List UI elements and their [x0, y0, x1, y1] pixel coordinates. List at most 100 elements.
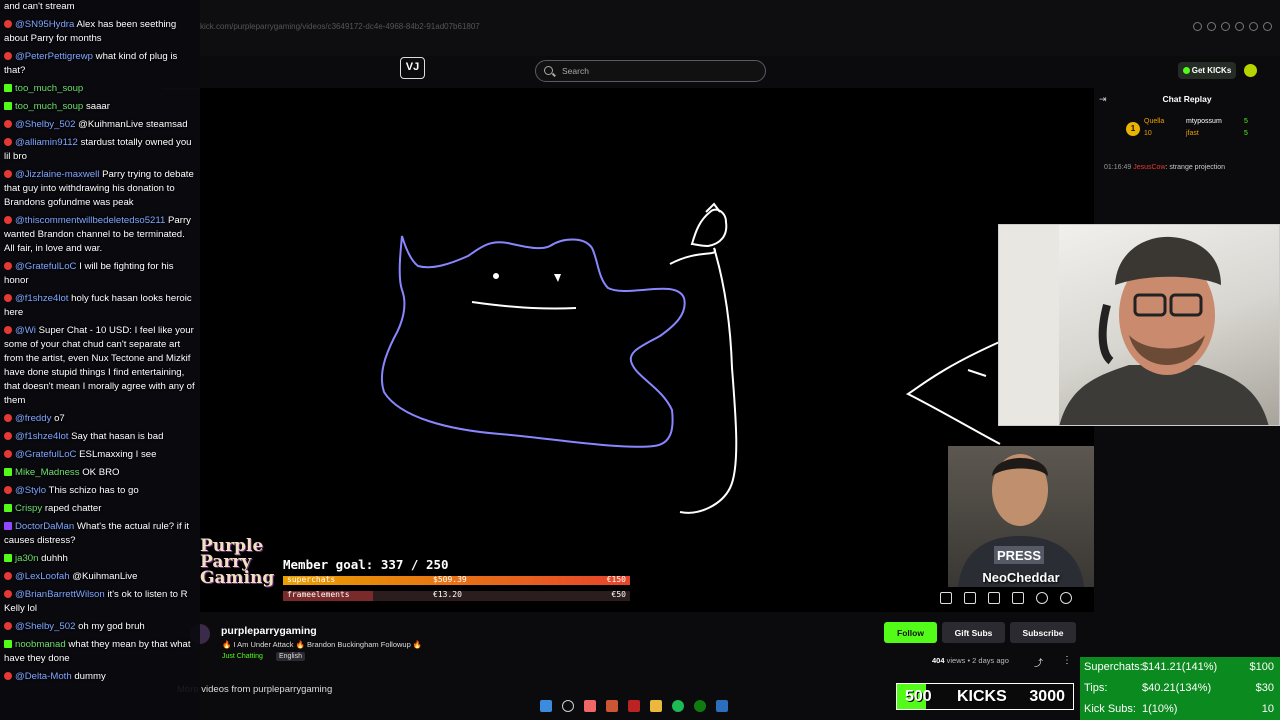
- chat-username[interactable]: @Jizzlaine-maxwell: [15, 169, 99, 180]
- zoom-icon[interactable]: [1193, 22, 1202, 31]
- chat-username[interactable]: @Stylo: [15, 485, 46, 496]
- browser-icon[interactable]: [584, 700, 596, 712]
- youtube-icon: [4, 120, 12, 128]
- chat-message: @Delta-Moth dummy: [4, 670, 196, 684]
- chat-message: ja30n duhhh: [4, 552, 196, 566]
- message-username[interactable]: JesusCow: [1133, 164, 1165, 171]
- extension-icon[interactable]: [1249, 22, 1258, 31]
- chat-message: Crispy raped chatter: [4, 502, 196, 516]
- search-input[interactable]: Search: [535, 60, 766, 82]
- search-icon: [544, 66, 553, 75]
- chat-text: oh my god bruh: [78, 621, 145, 632]
- chat-username[interactable]: @thiscommentwillbedeletedso5211: [15, 215, 165, 226]
- right-eye: [554, 274, 561, 282]
- chat-username[interactable]: @Shelby_502: [15, 621, 75, 632]
- chat-message: and can't stream: [4, 0, 196, 14]
- chat-message: @Stylo This schizo has to go: [4, 484, 196, 498]
- chat-username[interactable]: noobmanad: [15, 639, 66, 650]
- speed-icon[interactable]: [1036, 592, 1048, 604]
- chat-username[interactable]: @PeterPettigrewp: [15, 51, 93, 62]
- search-icon[interactable]: [562, 700, 574, 712]
- browser-toolbar: kick.com/purpleparrygaming/videos/c36491…: [200, 0, 1280, 56]
- stat-kick-subs: Kick Subs: 1(10%) 10: [1084, 699, 1276, 720]
- theater-icon[interactable]: [964, 592, 976, 604]
- press-label: PRESS: [997, 548, 1041, 563]
- clip-icon[interactable]: [940, 592, 952, 604]
- chat-username[interactable]: @Delta-Moth: [15, 671, 72, 682]
- youtube-icon: [4, 414, 12, 422]
- star-icon[interactable]: [1235, 22, 1244, 31]
- address-bar[interactable]: kick.com/purpleparrygaming/videos/c36491…: [200, 22, 480, 31]
- chat-username[interactable]: @alliamin9112: [15, 137, 78, 148]
- share-icon[interactable]: ⤴: [1034, 656, 1043, 669]
- app-icon[interactable]: [606, 700, 618, 712]
- gift-subs-button[interactable]: Gift Subs: [942, 622, 1005, 643]
- frame-goal: €50: [611, 590, 626, 599]
- language-tag[interactable]: English: [276, 652, 305, 661]
- channel-name[interactable]: purpleparrygaming: [221, 625, 317, 637]
- chat-username[interactable]: @GratefulLoC: [15, 261, 76, 272]
- chat-username[interactable]: @GratefulLoC: [15, 449, 76, 460]
- extension-icon[interactable]: [1221, 22, 1230, 31]
- youtube-icon: [4, 20, 12, 28]
- stat-label: Kick Subs:: [1084, 703, 1136, 715]
- extension-icon[interactable]: [1207, 22, 1216, 31]
- user-avatar[interactable]: [1244, 64, 1257, 77]
- views-suffix: views: [946, 656, 966, 665]
- spotify-icon[interactable]: [672, 700, 684, 712]
- settings-gear-icon[interactable]: [1060, 592, 1072, 604]
- chat-username[interactable]: ja30n: [15, 553, 38, 564]
- chat-username[interactable]: Crispy: [15, 503, 42, 514]
- more-videos-heading: More videos from purpleparrygaming: [177, 684, 333, 695]
- fullscreen-icon[interactable]: [1012, 592, 1024, 604]
- site-logo[interactable]: VJ: [400, 57, 425, 79]
- chat-message: @SN95Hydra Alex has been seething about …: [4, 18, 196, 46]
- profile-icon[interactable]: [1263, 22, 1272, 31]
- start-icon[interactable]: [540, 700, 552, 712]
- xbox-icon[interactable]: [694, 700, 706, 712]
- chat-username[interactable]: @LexLoofah: [15, 571, 70, 582]
- guest-webcam: PRESS NeoCheddar: [948, 446, 1094, 587]
- search-placeholder: Search: [562, 66, 589, 76]
- chat-username[interactable]: @Wi: [15, 325, 36, 336]
- stat-value: $40.21(134%): [1142, 682, 1212, 694]
- chat-text: Super Chat - 10 USD: I feel like your so…: [4, 325, 195, 406]
- chat-username[interactable]: too_much_soup: [15, 101, 83, 112]
- chat-username[interactable]: @Shelby_502: [15, 119, 75, 130]
- chat-username[interactable]: @f1shze4lot: [15, 431, 68, 442]
- recorder-icon[interactable]: [628, 700, 640, 712]
- brand-logo: Purple Parry Gaming: [200, 536, 275, 588]
- youtube-icon: [4, 590, 12, 598]
- chat-text: OK BRO: [82, 467, 120, 478]
- kick-icon: [4, 102, 12, 110]
- stat-value: $141.21(141%): [1142, 661, 1218, 673]
- browser-extension-icons: [1193, 22, 1272, 31]
- chat-message: @thiscommentwillbedeletedso5211 Parry wa…: [4, 214, 196, 256]
- kicks-current: 500: [905, 688, 932, 705]
- chat-text: ESLmaxxing I see: [79, 449, 157, 460]
- superchats-goal-bar: superchats $509.39 €150: [283, 575, 630, 585]
- chat-username[interactable]: Mike_Madness: [15, 467, 80, 478]
- mouth-line: [471, 301, 577, 310]
- folder-icon[interactable]: [650, 700, 662, 712]
- get-kicks-button[interactable]: Get KICKs: [1178, 62, 1236, 79]
- chat-message: @GratefulLoC I will be fighting for his …: [4, 260, 196, 288]
- pip-icon[interactable]: [988, 592, 1000, 604]
- chat-username[interactable]: @BrianBarrettWilson: [15, 589, 105, 600]
- blob-drawing: [380, 235, 686, 448]
- kick-icon: [4, 468, 12, 476]
- youtube-icon: [4, 672, 12, 680]
- chat-username[interactable]: @f1shze4lot: [15, 293, 68, 304]
- subscribe-button[interactable]: Subscribe: [1010, 622, 1076, 643]
- follow-button[interactable]: Follow: [884, 622, 937, 643]
- kick-icon: [4, 84, 12, 92]
- chat-username[interactable]: too_much_soup: [15, 83, 83, 94]
- more-options-icon[interactable]: ⋮: [1062, 655, 1072, 666]
- chat-username[interactable]: @freddy: [15, 413, 51, 424]
- steam-icon[interactable]: [716, 700, 728, 712]
- chat-username[interactable]: DoctorDaMan: [15, 521, 74, 532]
- stat-value: 1(10%): [1142, 703, 1178, 715]
- category-link[interactable]: Just Chatting: [222, 653, 263, 660]
- member-goal-text: Member goal: 337 / 250: [283, 557, 449, 572]
- chat-username[interactable]: @SN95Hydra: [15, 19, 74, 30]
